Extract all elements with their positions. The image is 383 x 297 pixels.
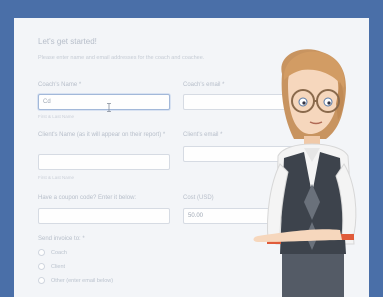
coach-name-hint: First & Last Name bbox=[38, 114, 75, 119]
coupon-label: Have a coupon code? Enter it below: bbox=[38, 195, 137, 201]
coach-email-label: Coach's email * bbox=[183, 82, 225, 88]
coach-name-input[interactable]: Cd bbox=[38, 94, 170, 110]
send-invoice-label: Send invoice to: * bbox=[38, 236, 85, 242]
radio-icon[interactable] bbox=[38, 249, 45, 256]
invoice-option-label: Client bbox=[51, 263, 66, 270]
invoice-option-label: Coach bbox=[51, 249, 67, 256]
invoice-option-client[interactable]: Client bbox=[38, 263, 65, 270]
client-name-input[interactable] bbox=[38, 154, 170, 170]
coach-name-label: Coach's Name * bbox=[38, 82, 82, 88]
invoice-option-label: Other (enter email below) bbox=[51, 277, 114, 284]
form-subtitle: Please enter name and email addresses fo… bbox=[38, 55, 205, 61]
client-name-label: Client's Name (as it will appear on thei… bbox=[38, 132, 166, 138]
client-name-hint: First & Last Name bbox=[38, 175, 75, 180]
invoice-option-other[interactable]: Other (enter email below) bbox=[38, 277, 113, 284]
cost-label: Cost (USD) bbox=[183, 195, 214, 201]
invoice-option-coach[interactable]: Coach bbox=[38, 249, 67, 256]
video-frame: Let's get started! Please enter name and… bbox=[0, 0, 383, 297]
form-heading: Let's get started! bbox=[38, 37, 97, 46]
presenter-character-illustration bbox=[253, 49, 357, 297]
ibeam-cursor-icon bbox=[107, 103, 111, 112]
radio-icon[interactable] bbox=[38, 277, 45, 284]
client-email-label: Client's email * bbox=[183, 132, 223, 138]
coupon-input[interactable] bbox=[38, 208, 170, 224]
form-page: Let's get started! Please enter name and… bbox=[14, 18, 369, 297]
radio-icon[interactable] bbox=[38, 263, 45, 270]
